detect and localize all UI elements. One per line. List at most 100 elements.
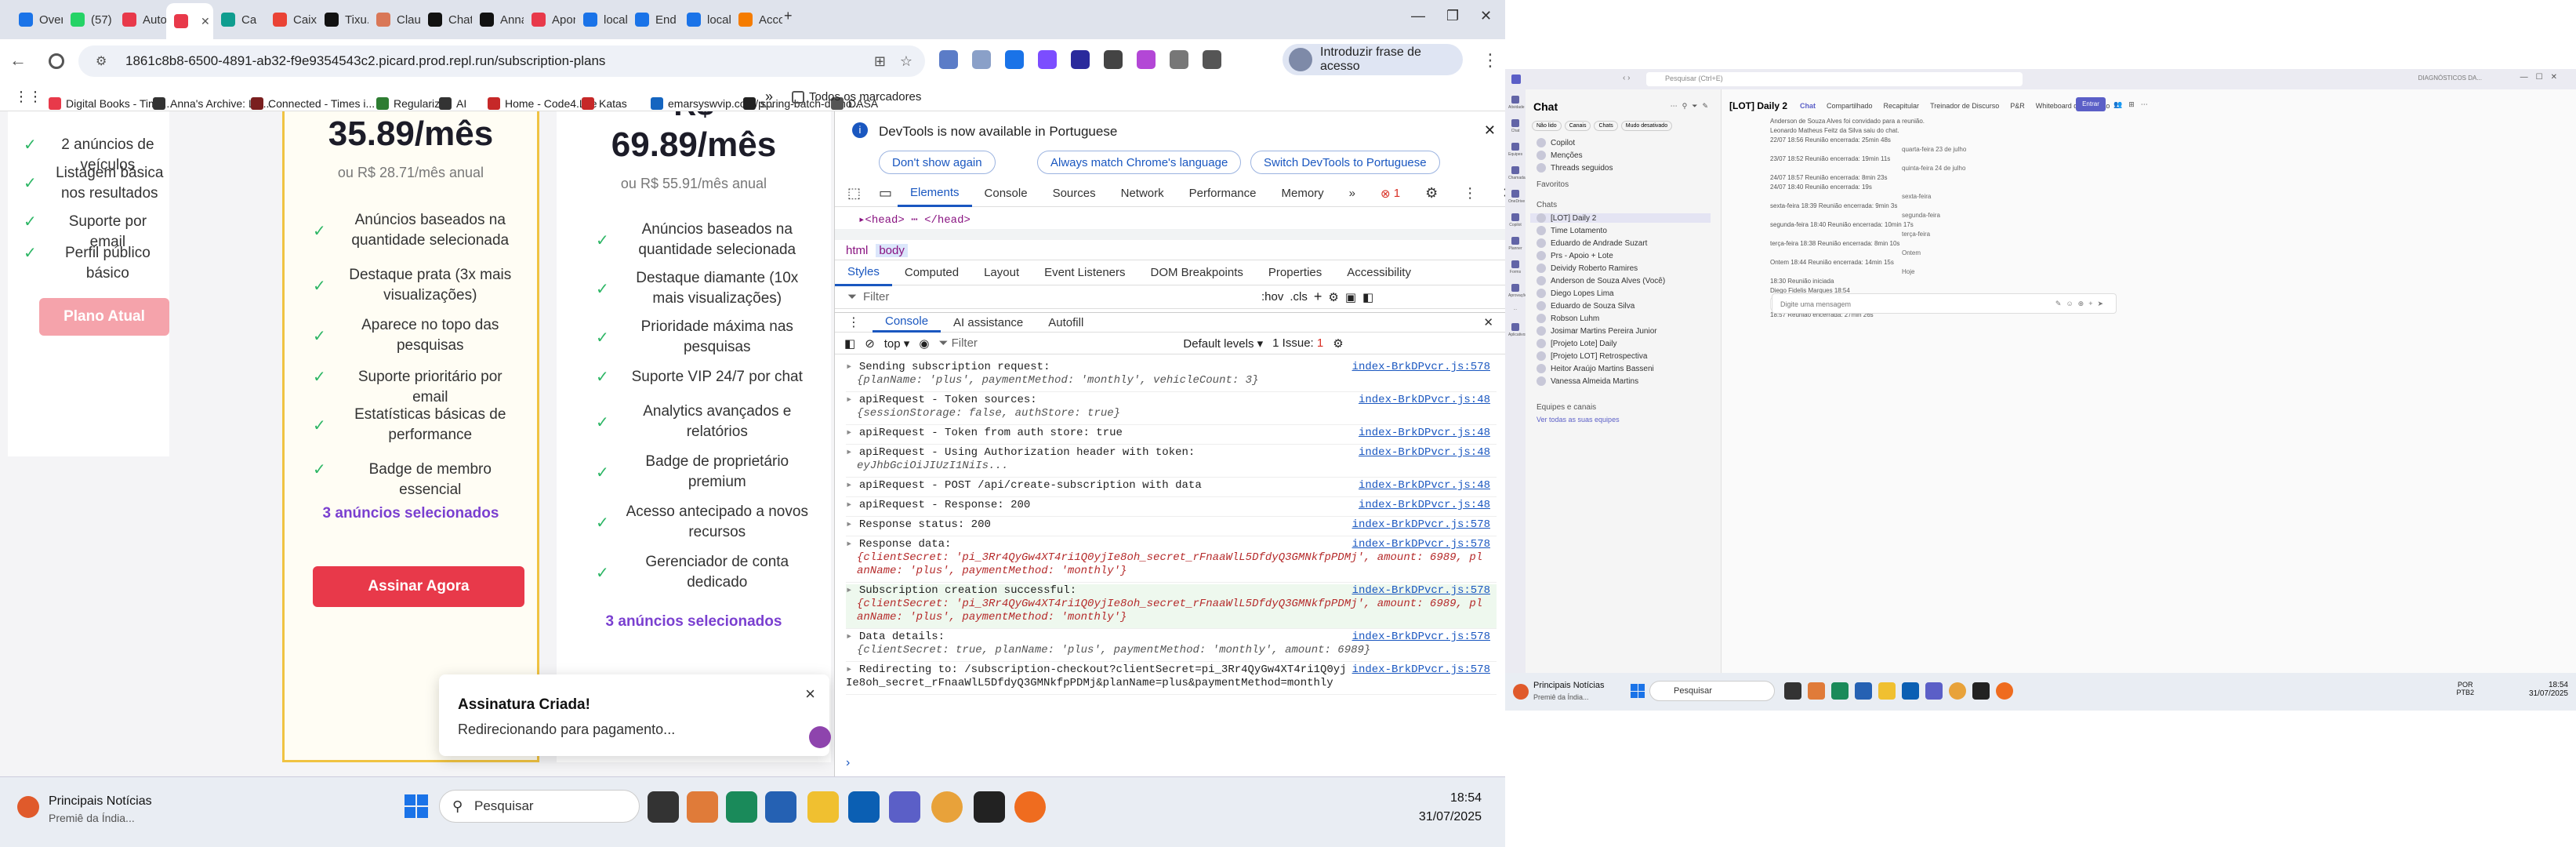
chat-list-item[interactable]: [Projeto LOT] Retrospectiva	[1537, 351, 1647, 361]
copilot-icon[interactable]	[687, 791, 718, 823]
browser-tab[interactable]: Overvi	[11, 6, 63, 33]
chat-list-item[interactable]: Time Lotamento	[1537, 226, 1607, 235]
subscribe-button[interactable]: Assinar Agora	[313, 566, 524, 607]
console-message[interactable]: ▸ Response status: 200 index-BrkDPvcr.js:…	[846, 518, 1497, 536]
chat-message[interactable]: Ontem 18:44 Reunião encerrada: 14min 15s	[1770, 259, 1894, 266]
chat-item-threads[interactable]: Threads seguidos	[1537, 163, 1613, 173]
toast-close-button[interactable]: ×	[805, 684, 815, 704]
format-icon[interactable]: ⚙	[1328, 290, 1338, 304]
more-options-icon[interactable]: ⋮	[1450, 180, 1489, 207]
teams-nav-arrows[interactable]: ‹ ›	[1623, 74, 1630, 82]
source-link[interactable]: index-BrkDPvcr.js:578	[1352, 361, 1490, 374]
store-icon[interactable]	[1855, 682, 1872, 700]
chat-list-item[interactable]: Deividy Roberto Ramires	[1537, 264, 1638, 273]
file-explorer-icon[interactable]	[1878, 682, 1896, 700]
clock[interactable]: 18:54 31/07/2025	[2529, 681, 2568, 698]
clock[interactable]: 18:54 31/07/2025	[1419, 791, 1482, 824]
expand-arrow-icon[interactable]: ▸	[846, 499, 859, 511]
rail-activity[interactable]: Atividade	[1508, 96, 1525, 110]
chat-item-copilot[interactable]: Copilot	[1537, 138, 1575, 147]
console-message[interactable]: ▸ Sending subscription request: index-Brk…	[846, 361, 1497, 392]
console-message[interactable]: ▸ Response data: index-BrkDPvcr.js:578 {cl…	[846, 538, 1497, 583]
current-plan-button[interactable]: Plano Atual	[39, 298, 169, 336]
hov-toggle[interactable]: :hov	[1261, 290, 1283, 304]
add-rule-icon[interactable]: +	[1314, 289, 1322, 305]
start-icon[interactable]	[1631, 684, 1645, 698]
conversation-actions[interactable]: 👥⊞⋯	[2113, 100, 2154, 109]
source-link[interactable]: index-BrkDPvcr.js:48	[1359, 479, 1490, 493]
breadcrumb-body[interactable]: body	[876, 244, 908, 257]
rail-forms[interactable]: Forms	[1508, 260, 1522, 274]
close-tab-icon[interactable]: ✕	[201, 15, 210, 28]
subtab-layout[interactable]: Layout	[971, 260, 1032, 286]
chat-list-item[interactable]: Robson Luhm	[1537, 314, 1599, 323]
browser-tab[interactable]: (57) W	[63, 6, 114, 33]
console-object-preview[interactable]: {sessionStorage: false, authStore: true}	[846, 407, 1497, 420]
join-meeting-button[interactable]: Entrar	[2076, 97, 2106, 111]
dont-show-again-button[interactable]: Don't show again	[879, 151, 996, 174]
expand-arrow-icon[interactable]: ▸	[846, 479, 859, 492]
language-indicator[interactable]: POR PTB2	[2456, 681, 2474, 696]
task-view-icon[interactable]	[648, 791, 679, 823]
menu-kebab-icon[interactable]: ⋮	[1482, 50, 1499, 71]
console-message[interactable]: ▸ Subscription creation successful: index…	[846, 584, 1497, 629]
source-link[interactable]: index-BrkDPvcr.js:578	[1352, 538, 1490, 551]
expand-arrow-icon[interactable]: ▸	[846, 394, 859, 406]
chats-header[interactable]: Chats	[1537, 201, 1557, 209]
console-object-preview[interactable]: {clientSecret: 'pi_3Rr4QyGw4XT4ri1Q0yjIe…	[846, 551, 1497, 578]
browser-tab[interactable]: Anna's	[472, 6, 524, 33]
intellij-icon[interactable]	[1972, 682, 1990, 700]
browser-tab[interactable]: localho	[575, 6, 627, 33]
rail-onedrive[interactable]: OneDrive	[1508, 190, 1525, 204]
source-link[interactable]: index-BrkDPvcr.js:578	[1352, 631, 1490, 644]
subtab-dom-breakpoints[interactable]: DOM Breakpoints	[1138, 260, 1256, 286]
browser-tab[interactable]: Accoun	[731, 6, 782, 33]
console-prompt[interactable]: ›	[846, 756, 850, 770]
edge-icon[interactable]	[1831, 682, 1849, 700]
chat-list-item[interactable]: Josimar Martins Pereira Junior	[1537, 326, 1657, 336]
conv-tab-qa[interactable]: P&R	[2010, 102, 2025, 110]
rail-approvals[interactable]: Aprovações	[1508, 284, 1529, 298]
bookmark-item[interactable]: Home - Code4.Life	[488, 96, 597, 110]
drawer-tab-autofill[interactable]: Autofill	[1036, 312, 1096, 333]
outlook-icon[interactable]	[1902, 682, 1919, 700]
close-window-button[interactable]: ✕	[1480, 8, 1492, 24]
chat-message[interactable]: 24/07 18:57 Reunião encerrada: 8min 23s	[1770, 174, 1887, 181]
assistant-bubble-icon[interactable]	[809, 726, 831, 748]
console-message[interactable]: ▸ apiRequest - Token sources: index-BrkDP…	[846, 394, 1497, 425]
chat-message[interactable]: Leonardo Matheus Feitz da Silva saiu do …	[1770, 127, 1899, 134]
clear-console-icon[interactable]: ⊘	[865, 336, 875, 351]
extensions-puzzle-icon[interactable]	[1170, 50, 1188, 69]
chat-pane-actions[interactable]: ⋯⚲⏷✎	[1671, 102, 1713, 111]
filter-channels[interactable]: Canais	[1564, 121, 1591, 131]
install-icon[interactable]: ⊞	[874, 53, 886, 70]
start-icon[interactable]	[405, 794, 428, 818]
source-link[interactable]: index-BrkDPvcr.js:48	[1359, 446, 1490, 460]
restore-button[interactable]: ❐	[1446, 8, 1459, 24]
extension-icon[interactable]	[972, 50, 991, 69]
compose-actions[interactable]: ✎☺⊕+➤	[2055, 300, 2108, 308]
expand-arrow-icon[interactable]: ▸	[846, 361, 859, 373]
filter-chats[interactable]: Chats	[1594, 121, 1618, 131]
drawer-tab-console[interactable]: Console	[873, 312, 942, 333]
banner-close-button[interactable]: ✕	[1484, 122, 1496, 139]
subtab-event-listeners[interactable]: Event Listeners	[1032, 260, 1137, 286]
teams-icon[interactable]	[889, 791, 920, 823]
expand-arrow-icon[interactable]: ▸	[846, 518, 859, 531]
chat-message[interactable]: 18:30 Reunião iniciada	[1770, 278, 1834, 285]
copilot-icon[interactable]	[1808, 682, 1825, 700]
conv-tab-shared[interactable]: Compartilhado	[1827, 102, 1873, 110]
tab-console[interactable]: Console	[972, 180, 1040, 207]
extension-icon[interactable]	[1104, 50, 1123, 69]
extension-icon[interactable]	[1071, 50, 1090, 69]
all-bookmarks-button[interactable]: Todos os marcadores	[792, 90, 921, 104]
teams-window-controls[interactable]: —☐✕	[2520, 73, 2565, 82]
chat-list-item[interactable]: Eduardo de Andrade Suzart	[1537, 238, 1647, 248]
postman-icon[interactable]	[1996, 682, 2013, 700]
browser-tab[interactable]: Aponta	[524, 6, 575, 33]
intellij-icon[interactable]	[974, 791, 1005, 823]
conv-tab-speaker-coach[interactable]: Treinador de Discurso	[1930, 102, 1999, 110]
tab-memory[interactable]: Memory	[1269, 180, 1337, 207]
error-count-badge[interactable]: ⊗ 1	[1368, 180, 1413, 207]
console-message[interactable]: ▸ Redirecting to: /subscription-checkout…	[846, 663, 1497, 695]
